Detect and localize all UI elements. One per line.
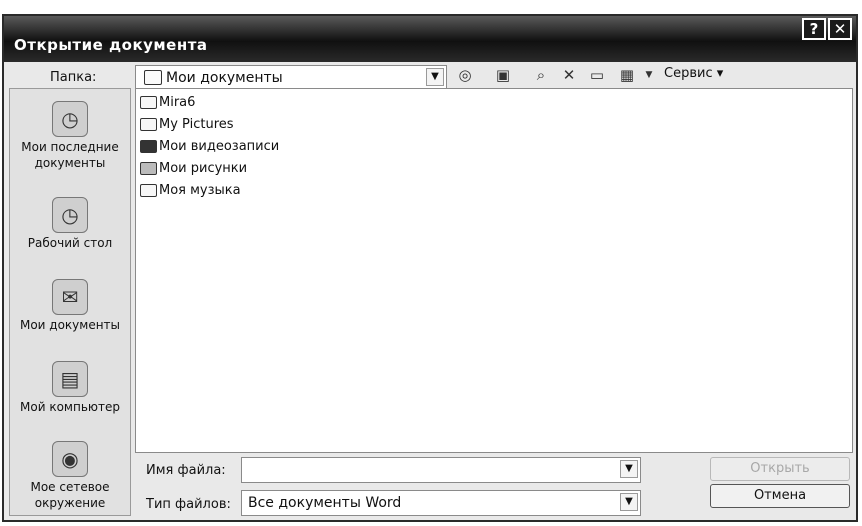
folder-icon — [140, 96, 157, 109]
place-label: Рабочий стол — [27, 236, 113, 250]
place-desktop[interactable]: ◷ Рабочий стол — [10, 197, 130, 251]
place-recent-documents[interactable]: ◷ Мои последние документы — [10, 101, 130, 171]
up-folder-icon[interactable]: ▣ — [494, 66, 512, 84]
filename-input[interactable]: ▼ — [241, 457, 641, 483]
file-list[interactable]: Mira6 My Pictures Мои видеозаписи Мои ри… — [135, 88, 853, 453]
file-name: Mira6 — [159, 95, 196, 110]
list-item[interactable]: Мои рисунки — [140, 159, 247, 179]
video-folder-icon — [140, 140, 157, 153]
folder-select[interactable]: Мои документы ▼ — [135, 65, 447, 89]
list-item[interactable]: Моя музыка — [140, 181, 241, 201]
recent-documents-icon: ◷ — [52, 101, 88, 137]
file-name: My Pictures — [159, 117, 234, 132]
filetype-select[interactable]: Все документы Word ▼ — [241, 490, 641, 516]
place-label: Мои последние документы — [21, 140, 119, 170]
search-web-icon[interactable]: ⌕ — [532, 66, 550, 84]
cancel-button[interactable]: Отмена — [710, 484, 850, 508]
dialog-title: Открытие документа — [14, 36, 208, 54]
file-name: Мои рисунки — [159, 161, 248, 176]
delete-icon[interactable]: ✕ — [560, 66, 578, 84]
open-button[interactable]: Открыть — [710, 457, 850, 481]
filetype-label: Тип файлов: — [146, 497, 231, 512]
chevron-down-icon[interactable]: ▼ — [426, 68, 444, 86]
list-item[interactable]: Mira6 — [140, 93, 195, 113]
folder-icon — [140, 118, 157, 131]
new-folder-icon[interactable]: ▭ — [588, 66, 606, 84]
close-button[interactable]: ✕ — [828, 18, 852, 40]
desktop-icon: ◷ — [52, 197, 88, 233]
place-my-computer[interactable]: ▤ Мой компьютер — [10, 361, 130, 415]
place-my-documents[interactable]: ✉ Мои документы — [10, 279, 130, 333]
place-label: Мой компьютер — [20, 400, 120, 414]
places-bar: ◷ Мои последние документы ◷ Рабочий стол… — [9, 88, 131, 516]
folder-label: Папка: — [50, 70, 97, 85]
pictures-folder-icon — [140, 162, 157, 175]
service-menu[interactable]: Сервис ▾ — [664, 66, 723, 81]
help-button[interactable]: ? — [802, 18, 826, 40]
views-dropdown-icon[interactable]: ▼ — [640, 66, 658, 84]
list-item[interactable]: My Pictures — [140, 115, 234, 135]
file-name: Мои видеозаписи — [159, 139, 280, 154]
my-computer-icon: ▤ — [52, 361, 88, 397]
folder-icon — [140, 184, 157, 197]
place-label: Мои документы — [19, 318, 121, 332]
file-name: Моя музыка — [159, 183, 241, 198]
place-label: Мое сетевое окружение — [30, 480, 110, 510]
chevron-down-icon[interactable]: ▼ — [620, 493, 638, 511]
network-places-icon: ◉ — [52, 441, 88, 477]
place-network[interactable]: ◉ Мое сетевое окружение — [10, 441, 130, 511]
open-document-dialog: Открытие документа ? ✕ Папка: Мои докуме… — [2, 14, 858, 522]
list-item[interactable]: Мои видеозаписи — [140, 137, 279, 157]
title-bar[interactable]: Открытие документа ? ✕ — [4, 16, 856, 62]
folder-select-value: Мои документы — [166, 70, 283, 86]
views-icon[interactable]: ▦ — [618, 66, 636, 84]
chevron-down-icon[interactable]: ▼ — [620, 460, 638, 478]
my-documents-icon: ✉ — [52, 279, 88, 315]
folder-icon — [144, 70, 162, 85]
filename-label: Имя файла: — [146, 463, 226, 478]
filetype-value: Все документы Word — [248, 495, 402, 511]
back-icon[interactable]: ◎ — [456, 66, 474, 84]
